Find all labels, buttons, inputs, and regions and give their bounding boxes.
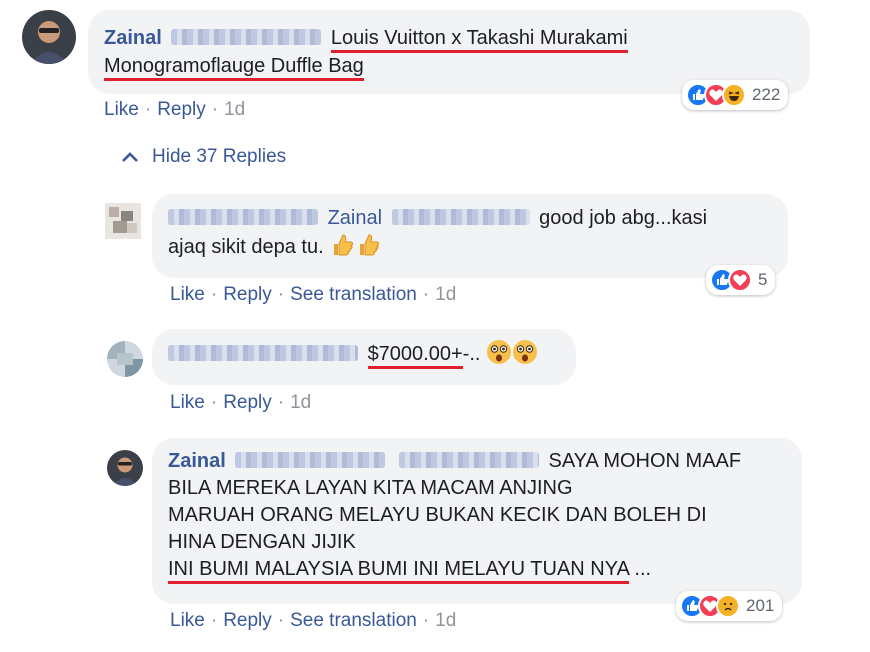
avatar-main[interactable] xyxy=(22,10,76,64)
reply-3-line5: INI BUMI MALAYSIA BUMI INI MELAYU TUAN N… xyxy=(168,558,629,584)
astonished-emoji xyxy=(513,340,538,364)
chevron-up-icon xyxy=(122,152,138,162)
avatar-reply-2[interactable] xyxy=(107,341,143,377)
reaction-count: 222 xyxy=(752,85,781,104)
reaction-summary[interactable]: 222 xyxy=(682,80,789,110)
reply-3-bubble: Zainal SAYA MOHON MAAF BILA MEREKA LAYAN… xyxy=(152,438,802,604)
reply-1-actions: Like · Reply · See translation · 1d xyxy=(170,284,457,305)
see-translation-link[interactable]: See translation xyxy=(290,610,417,631)
reaction-summary[interactable]: 201 xyxy=(676,591,783,621)
blurred-name xyxy=(168,345,358,361)
like-link[interactable]: Like xyxy=(104,99,139,120)
blurred-name xyxy=(171,29,322,45)
reply-3-line4: HINA DENGAN JIJIK xyxy=(168,531,356,553)
reaction-count: 5 xyxy=(758,270,768,289)
reaction-summary[interactable]: 5 xyxy=(706,265,776,295)
timestamp[interactable]: 1d xyxy=(435,284,456,305)
reply-link[interactable]: Reply xyxy=(223,284,272,305)
sad-icon xyxy=(716,594,740,618)
blurred-name xyxy=(235,452,386,468)
comment-author[interactable]: Zainal xyxy=(168,450,226,472)
mention-tag[interactable]: Zainal xyxy=(328,207,382,229)
reply-2-bubble: $7000.00+-.. xyxy=(152,329,576,385)
price-suffix: -.. xyxy=(462,343,481,365)
reply-1-text-a: good job abg...kasi xyxy=(539,207,708,229)
astonished-emoji xyxy=(487,340,512,364)
reply-3-line1: SAYA MOHON MAAF xyxy=(548,450,742,472)
blurred-name xyxy=(391,209,530,225)
reply-1-text-b: ajaq sikit depa tu. xyxy=(168,236,324,258)
like-link[interactable]: Like xyxy=(170,392,205,413)
reply-link[interactable]: Reply xyxy=(223,392,272,413)
like-link[interactable]: Like xyxy=(170,284,205,305)
timestamp[interactable]: 1d xyxy=(435,610,456,631)
reply-3-line3: MARUAH ORANG MELAYU BUKAN KECIK DAN BOLE… xyxy=(168,504,707,526)
blurred-name xyxy=(168,209,318,225)
reply-3-actions: Like · Reply · See translation · 1d xyxy=(170,610,457,631)
love-icon xyxy=(728,268,752,292)
thumbs-up-emoji xyxy=(360,234,380,256)
haha-icon xyxy=(722,83,746,107)
comment-text-line2: Monogramoflauge Duffle Bag xyxy=(104,55,364,81)
reaction-count: 201 xyxy=(746,596,775,615)
timestamp[interactable]: 1d xyxy=(290,392,311,413)
main-comment-actions: Like · Reply · 1d xyxy=(104,99,246,120)
like-link[interactable]: Like xyxy=(170,610,205,631)
see-translation-link[interactable]: See translation xyxy=(290,284,417,305)
reply-1-bubble: Zainal good job abg...kasi ajaq sikit de… xyxy=(152,194,788,278)
hide-replies-label: Hide 37 Replies xyxy=(152,146,287,167)
hide-replies-link[interactable]: Hide 37 Replies xyxy=(120,146,286,168)
reply-link[interactable]: Reply xyxy=(157,99,206,120)
see-more-ellipsis[interactable]: ... xyxy=(634,558,651,580)
price-text: $7000.00+ xyxy=(367,343,463,369)
comment-author[interactable]: Zainal xyxy=(104,27,162,49)
comment-text-line1: Louis Vuitton x Takashi Murakami xyxy=(330,27,628,53)
reply-2-actions: Like · Reply · 1d xyxy=(170,392,312,413)
thumbs-up-emoji xyxy=(334,234,354,256)
blurred-name xyxy=(398,452,539,468)
avatar-reply-1[interactable] xyxy=(105,203,141,239)
timestamp[interactable]: 1d xyxy=(224,99,245,120)
reply-3-line2: BILA MEREKA LAYAN KITA MACAM ANJING xyxy=(168,477,573,499)
avatar-reply-3[interactable] xyxy=(107,450,143,486)
reply-link[interactable]: Reply xyxy=(223,610,272,631)
